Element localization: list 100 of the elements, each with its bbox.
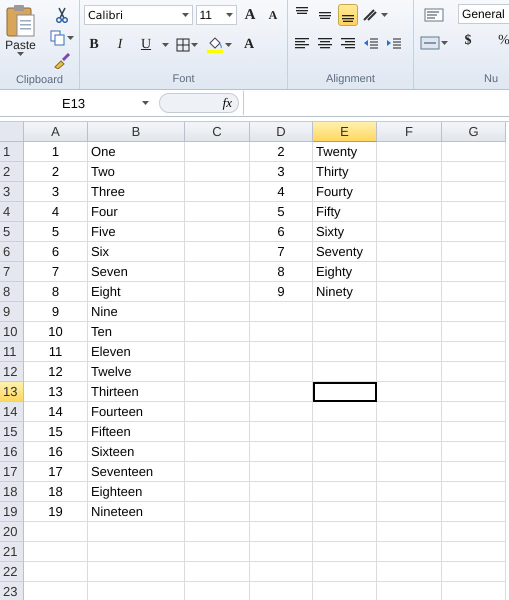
shrink-font-button[interactable]: A [263, 4, 283, 26]
row-header[interactable]: 22 [0, 562, 24, 582]
bold-button[interactable]: B [84, 34, 104, 56]
italic-button[interactable]: I [110, 34, 130, 56]
row-header[interactable]: 16 [0, 442, 24, 462]
paste-button[interactable]: Paste [4, 4, 37, 72]
row-header[interactable]: 13 [0, 382, 24, 402]
table-cell [250, 442, 313, 462]
percent-button[interactable]: % [494, 30, 509, 52]
table-cell [377, 462, 442, 482]
table-cell [377, 382, 442, 402]
currency-button[interactable]: $ [458, 30, 478, 52]
row-header[interactable]: 19 [0, 502, 24, 522]
row-header[interactable]: 1 [0, 142, 24, 162]
row-header[interactable]: 18 [0, 482, 24, 502]
row-header[interactable]: 6 [0, 242, 24, 262]
table-cell: 2 [250, 142, 313, 162]
row-header[interactable]: 7 [0, 262, 24, 282]
row-header[interactable]: 2 [0, 162, 24, 182]
table-cell: Nine [88, 302, 185, 322]
caret-icon [441, 41, 448, 45]
table-cell: Ten [88, 322, 185, 342]
scissors-icon [55, 7, 69, 23]
number-format-field[interactable]: General [458, 4, 509, 24]
table-cell [442, 182, 506, 202]
font-name-field[interactable]: Calibri [84, 5, 192, 25]
table-cell [313, 502, 377, 522]
table-cell [442, 322, 506, 342]
table-cell [377, 202, 442, 222]
table-cell: 6 [250, 222, 313, 242]
align-lines-icon [340, 36, 356, 50]
insert-function-button[interactable]: fx [222, 95, 232, 111]
row-header[interactable]: 10 [0, 322, 24, 342]
table-cell [442, 442, 506, 462]
table-cell [442, 242, 506, 262]
table-cell [185, 402, 250, 422]
row-header[interactable]: 12 [0, 362, 24, 382]
row-header[interactable]: 4 [0, 202, 24, 222]
table-cell: 3 [24, 182, 88, 202]
copy-icon [50, 30, 66, 46]
table-cell [442, 362, 506, 382]
column-header[interactable]: G [442, 122, 506, 142]
row-header[interactable]: 9 [0, 302, 24, 322]
column-header[interactable]: D [250, 122, 313, 142]
table-cell: 18 [24, 482, 88, 502]
table-cell [250, 502, 313, 522]
table-cell: 7 [24, 262, 88, 282]
table-cell [377, 242, 442, 262]
table-cell: One [88, 142, 185, 162]
column-header[interactable]: E [313, 122, 377, 142]
font-color-button[interactable]: A [239, 34, 259, 56]
clipboard-icon [6, 4, 36, 38]
table-cell [313, 402, 377, 422]
name-box[interactable]: E13 [0, 96, 155, 110]
column-header[interactable]: A [24, 122, 88, 142]
table-cell: 16 [24, 442, 88, 462]
row-header[interactable]: 5 [0, 222, 24, 242]
table-cell [24, 542, 88, 562]
table-cell [313, 562, 377, 582]
table-cell: 10 [24, 322, 88, 342]
row-header[interactable]: 21 [0, 542, 24, 562]
group-label: Alignment [325, 72, 376, 87]
row-header[interactable]: 8 [0, 282, 24, 302]
row-header[interactable]: 11 [0, 342, 24, 362]
grow-font-button[interactable]: A [240, 4, 260, 26]
column-header[interactable]: F [377, 122, 442, 142]
row-header[interactable]: 20 [0, 522, 24, 542]
table-cell [377, 522, 442, 542]
table-cell: Ninety [313, 282, 377, 302]
table-cell [313, 422, 377, 442]
table-cell: Eight [88, 282, 185, 302]
table-cell [442, 502, 506, 522]
table-cell [442, 542, 506, 562]
column-header[interactable]: B [88, 122, 185, 142]
table-cell [185, 342, 250, 362]
row-header[interactable]: 3 [0, 182, 24, 202]
table-cell [377, 182, 442, 202]
caret-icon [225, 43, 232, 47]
table-cell [185, 382, 250, 402]
table-cell [250, 522, 313, 542]
table-cell [185, 362, 250, 382]
font-size-field[interactable]: 11 [196, 5, 237, 25]
table-cell: Five [88, 222, 185, 242]
active-cell[interactable] [313, 382, 377, 402]
group-label: Nu [483, 72, 500, 87]
table-cell [377, 542, 442, 562]
table-cell [442, 522, 506, 542]
table-cell: 2 [24, 162, 88, 182]
table-cell: Thirteen [88, 382, 185, 402]
align-button[interactable] [338, 4, 358, 26]
row-header[interactable]: 23 [0, 582, 24, 600]
row-header[interactable]: 14 [0, 402, 24, 422]
brush-icon [53, 53, 71, 69]
caret-icon [142, 101, 149, 105]
table-cell [24, 562, 88, 582]
row-header[interactable]: 15 [0, 422, 24, 442]
table-cell [313, 322, 377, 342]
column-header[interactable]: C [185, 122, 250, 142]
row-header[interactable]: 17 [0, 462, 24, 482]
underline-button[interactable]: U [136, 34, 156, 56]
